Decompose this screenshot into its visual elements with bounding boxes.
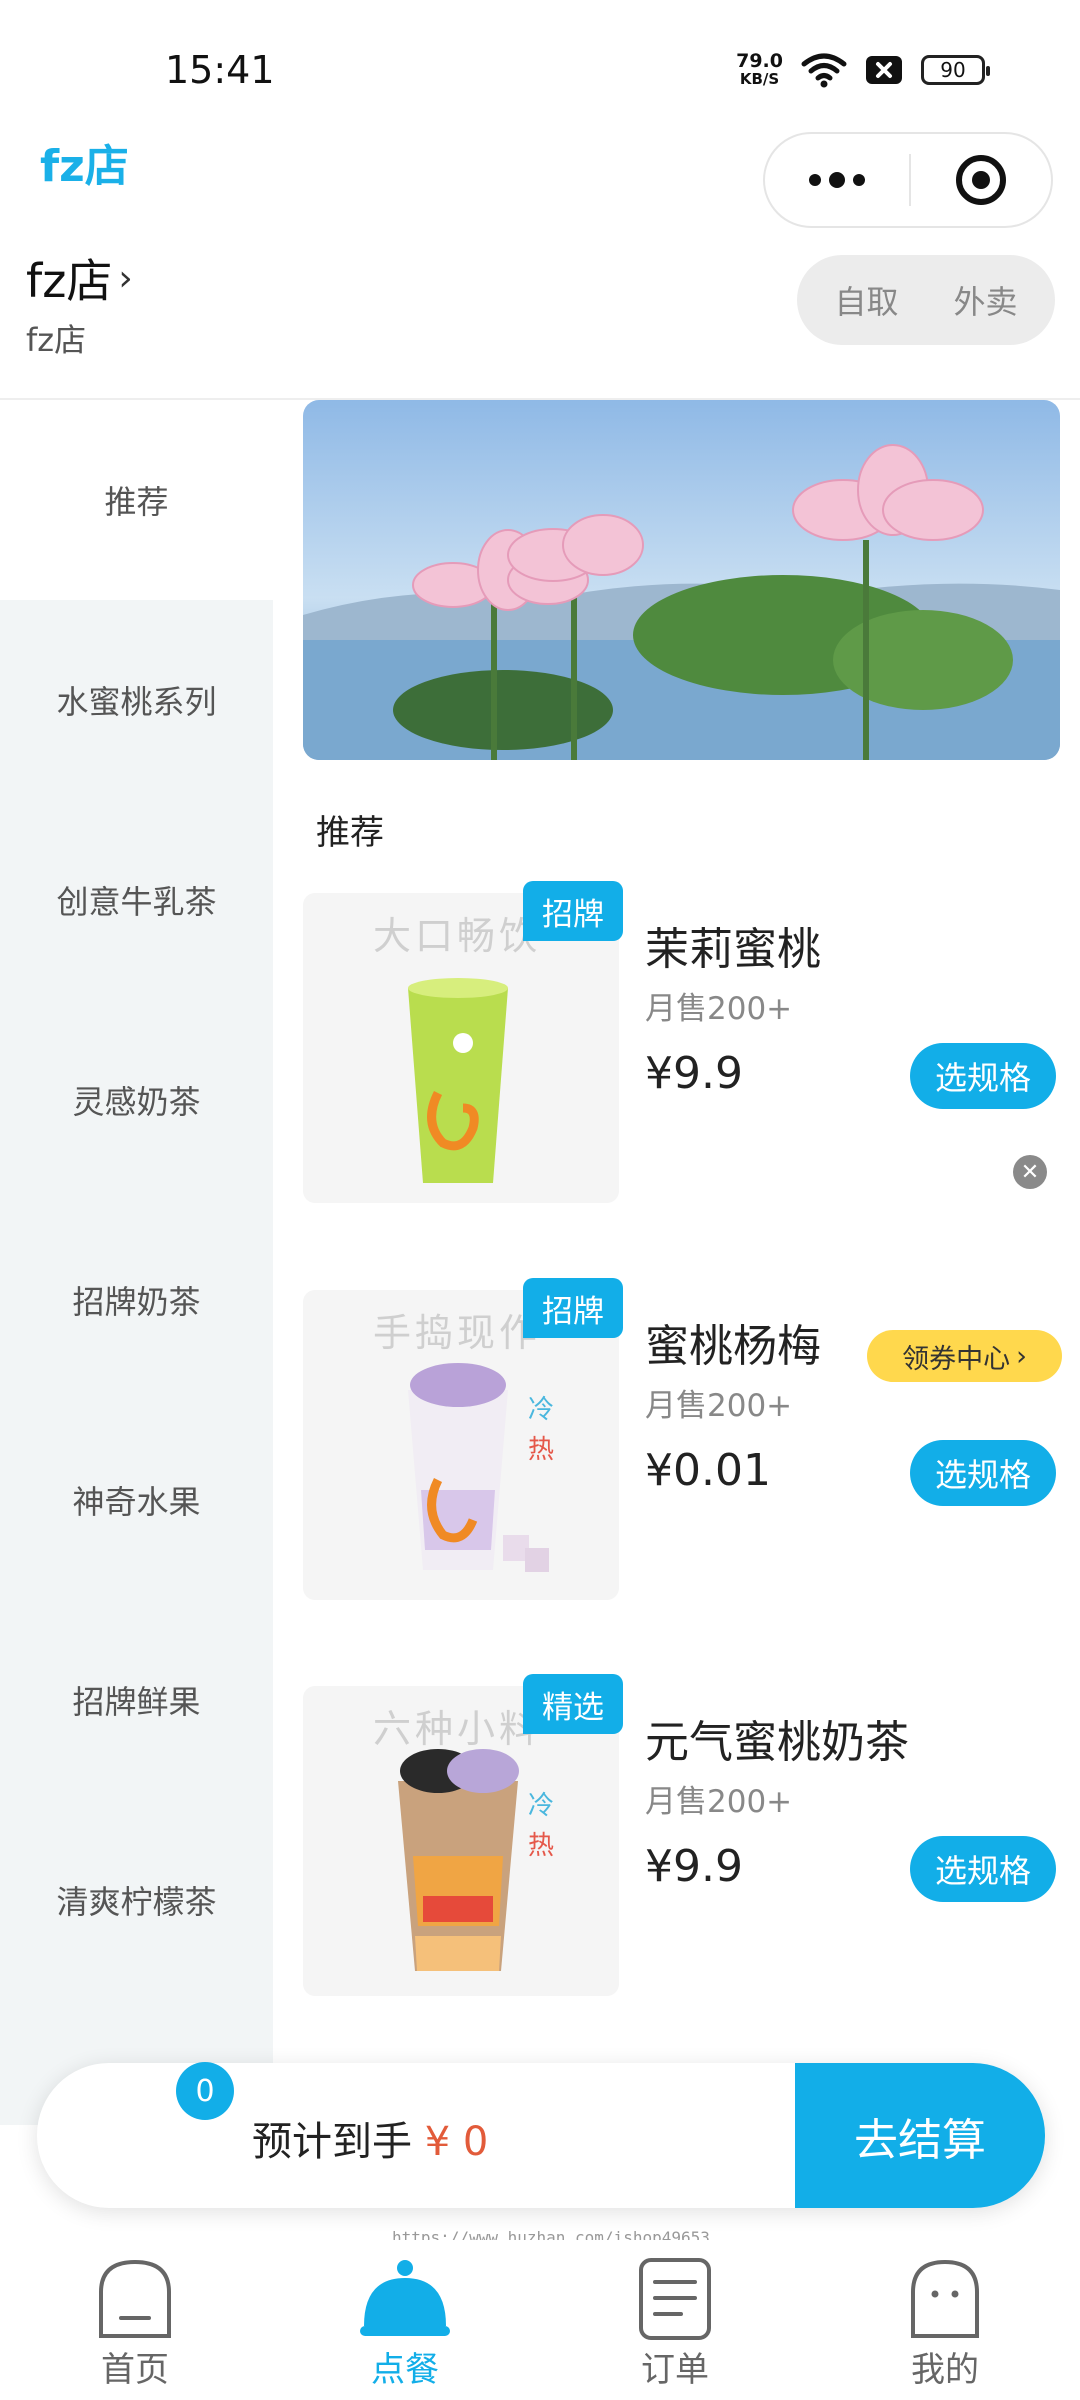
product-card[interactable]: 六种小料 冷 热 精选 元气蜜桃奶茶 月售200+ ¥9.9 选规格	[303, 1674, 1063, 2006]
order-list-icon	[635, 2252, 715, 2340]
store-name: fz店	[26, 254, 113, 308]
select-spec-button[interactable]: 选规格	[910, 1043, 1056, 1109]
more-dot-icon	[853, 174, 865, 186]
product-name: 茉莉蜜桃	[645, 924, 821, 975]
mode-pickup[interactable]: 自取	[834, 277, 898, 323]
tab-profile-label: 我的	[911, 2350, 979, 2390]
store-selector[interactable]: fz店 ›	[26, 245, 133, 311]
bottom-nav: 首页 点餐 订单 我的	[0, 2240, 1080, 2400]
sidebar-item-inspiration-tea[interactable]: 灵感奶茶	[0, 1000, 273, 1200]
order-mode-toggle: 自取 外卖	[797, 255, 1055, 345]
sidebar-item-signature-tea[interactable]: 招牌奶茶	[0, 1200, 273, 1400]
temperature-labels: 冷 热	[528, 1390, 554, 1470]
cloche-icon	[360, 2252, 450, 2340]
category-sidebar: 推荐 水蜜桃系列 创意牛乳茶 灵感奶茶 招牌奶茶 神奇水果 招牌鲜果 清爽柠檬茶	[0, 400, 273, 2125]
coupon-center-label: 领券中心	[902, 1343, 1011, 1375]
product-sales: 月售200+	[645, 1784, 793, 1820]
home-icon	[95, 2252, 175, 2340]
hot-label: 热	[528, 1831, 555, 1861]
tab-order-food[interactable]: 点餐	[305, 2240, 505, 2400]
product-sales: 月售200+	[645, 1388, 793, 1424]
temperature-labels: 冷 热	[528, 1786, 554, 1866]
cart-estimate-label: 预计到手	[252, 2119, 412, 2165]
sidebar-item-signature-fruit[interactable]: 招牌鲜果	[0, 1600, 273, 1800]
cart-count-badge: 0	[176, 2062, 234, 2120]
store-subtitle: fz店	[26, 321, 87, 359]
product-card[interactable]: 大口畅饮 招牌 茉莉蜜桃 月售200+ ¥9.9 选规格	[303, 881, 1063, 1213]
tab-orders-label: 订单	[641, 2350, 709, 2390]
tab-order-food-label: 点餐	[371, 2350, 439, 2390]
product-badge: 招牌	[523, 1278, 623, 1338]
product-name: 蜜桃杨梅	[645, 1321, 821, 1372]
status-bar: 15:41 79.0 KB/S 90	[0, 0, 1080, 120]
mini-program-capsule	[763, 132, 1053, 228]
target-icon	[956, 155, 1006, 205]
no-sim-icon	[865, 55, 903, 85]
cart-estimate: 预计到手 ¥ 0	[252, 2109, 488, 2167]
product-badge: 招牌	[523, 881, 623, 941]
cart-amount: ¥ 0	[424, 2119, 489, 2165]
sidebar-item-milk-tea-creative[interactable]: 创意牛乳茶	[0, 800, 273, 1000]
tab-home[interactable]: 首页	[35, 2240, 235, 2400]
more-button[interactable]	[765, 134, 909, 226]
cold-label: 冷	[528, 1395, 555, 1425]
select-spec-button[interactable]: 选规格	[910, 1440, 1056, 1506]
mode-delivery[interactable]: 外卖	[953, 277, 1017, 323]
product-sales: 月售200+	[645, 991, 793, 1027]
section-title: 推荐	[316, 813, 384, 853]
chevron-right-icon: ›	[118, 257, 133, 299]
product-price: ¥9.9	[645, 1841, 743, 1892]
wifi-icon	[801, 52, 847, 88]
product-badge: 精选	[523, 1674, 623, 1734]
banner-image[interactable]	[303, 400, 1060, 760]
lotus-banner-illustration	[303, 400, 1060, 760]
product-price: ¥9.9	[645, 1048, 743, 1099]
tab-home-label: 首页	[101, 2350, 169, 2390]
sidebar-item-recommend[interactable]: 推荐	[0, 400, 273, 600]
chevron-right-icon: ›	[1016, 1340, 1027, 1372]
close-program-button[interactable]	[911, 134, 1051, 226]
coupon-center-button[interactable]: 领券中心 ›	[867, 1330, 1062, 1382]
battery-icon: 90	[921, 55, 990, 85]
network-speed-value: 79.0	[736, 50, 783, 72]
product-name: 元气蜜桃奶茶	[645, 1717, 909, 1768]
hot-label: 热	[528, 1435, 555, 1465]
more-dot-icon	[829, 172, 845, 188]
sidebar-item-peach-series[interactable]: 水蜜桃系列	[0, 600, 273, 800]
tab-orders[interactable]: 订单	[575, 2240, 775, 2400]
tab-profile[interactable]: 我的	[845, 2240, 1045, 2400]
network-speed: 79.0 KB/S	[736, 50, 783, 89]
ghost-profile-icon	[905, 2252, 985, 2340]
close-icon[interactable]: ✕	[1013, 1155, 1047, 1189]
checkout-button[interactable]: 去结算	[795, 2063, 1045, 2208]
status-time: 15:41	[165, 48, 275, 92]
more-dot-icon	[809, 174, 821, 186]
sidebar-item-lemon-tea[interactable]: 清爽柠檬茶	[0, 1800, 273, 2000]
network-speed-unit: KB/S	[739, 70, 780, 88]
status-icons: 79.0 KB/S 90	[736, 48, 990, 92]
select-spec-button[interactable]: 选规格	[910, 1836, 1056, 1902]
product-price: ¥0.01	[645, 1445, 771, 1496]
sidebar-item-magic-fruit[interactable]: 神奇水果	[0, 1400, 273, 1600]
page-title: fz店	[40, 141, 129, 192]
cold-label: 冷	[528, 1791, 555, 1821]
